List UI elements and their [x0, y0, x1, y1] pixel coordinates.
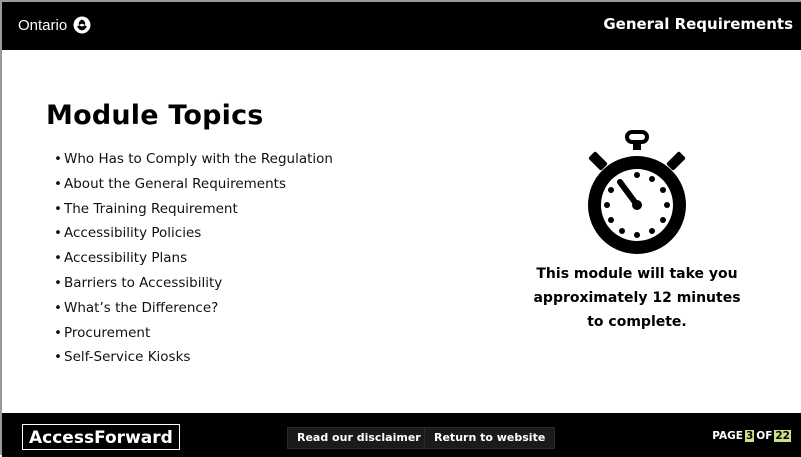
duration-line: to complete.	[587, 314, 687, 330]
section-title: General Requirements	[603, 15, 793, 33]
bullet: •	[54, 349, 62, 366]
topic-label: About the General Requirements	[64, 175, 286, 192]
bullet: •	[54, 299, 62, 316]
topic-item: • Barriers to Accessibility	[54, 271, 333, 296]
bullet: •	[54, 225, 62, 242]
page-title: Module Topics	[46, 100, 264, 131]
page-prefix: PAGE	[712, 430, 743, 442]
module-duration-note: This module will take you approximately …	[527, 262, 747, 334]
duration-line: This module will take you	[536, 266, 738, 282]
bullet: •	[54, 274, 62, 291]
current-page: 3	[744, 430, 755, 442]
topic-label: What’s the Difference?	[64, 299, 219, 316]
topic-item: • Self-Service Kiosks	[54, 345, 333, 370]
main-content: Module Topics • Who Has to Comply with th…	[2, 50, 801, 414]
slide-frame: Ontario General Requirements Module Topi…	[0, 0, 801, 457]
topic-label: Procurement	[64, 324, 151, 341]
bullet: •	[54, 151, 62, 167]
topic-item: • Procurement	[54, 321, 333, 346]
topic-item: • About the General Requirements	[54, 172, 333, 197]
bullet: •	[54, 250, 62, 267]
page-of: OF	[756, 430, 773, 442]
total-pages: 22	[774, 430, 791, 442]
return-to-website-button[interactable]: Return to website	[424, 427, 556, 449]
duration-line: approximately 12 minutes	[533, 290, 741, 306]
header-bar: Ontario General Requirements	[2, 2, 801, 50]
disclaimer-button[interactable]: Read our disclaimer	[287, 427, 431, 449]
bullet: •	[54, 175, 62, 192]
topic-item: • Accessibility Policies	[54, 221, 333, 246]
logo-text: Ontario	[18, 16, 68, 34]
topic-item: • The Training Requirement	[54, 197, 333, 222]
topic-label: Who Has to Comply with the Regulation	[64, 151, 333, 167]
topic-label: Accessibility Policies	[64, 225, 202, 242]
topic-label: Barriers to Accessibility	[64, 274, 223, 291]
topic-item: • Accessibility Plans	[54, 246, 333, 271]
topic-list: • Who Has to Comply with the Regulation •…	[54, 147, 333, 370]
topic-item: • Who Has to Comply with the Regulation	[54, 147, 333, 172]
bullet: •	[54, 200, 62, 217]
ontario-logo[interactable]: Ontario	[18, 16, 91, 34]
topic-label: Accessibility Plans	[64, 250, 188, 267]
bullet: •	[54, 324, 62, 341]
footer-bar: AccessForward Read our disclaimer Return…	[2, 413, 801, 457]
topic-label: The Training Requirement	[64, 200, 238, 217]
topic-label: Self-Service Kiosks	[64, 349, 191, 366]
topic-item: • What’s the Difference?	[54, 296, 333, 321]
page-indicator: PAGE 3 OF 22	[712, 430, 791, 442]
stopwatch-icon	[581, 130, 693, 262]
trillium-icon	[73, 16, 91, 34]
accessforward-logo[interactable]: AccessForward	[22, 424, 180, 450]
